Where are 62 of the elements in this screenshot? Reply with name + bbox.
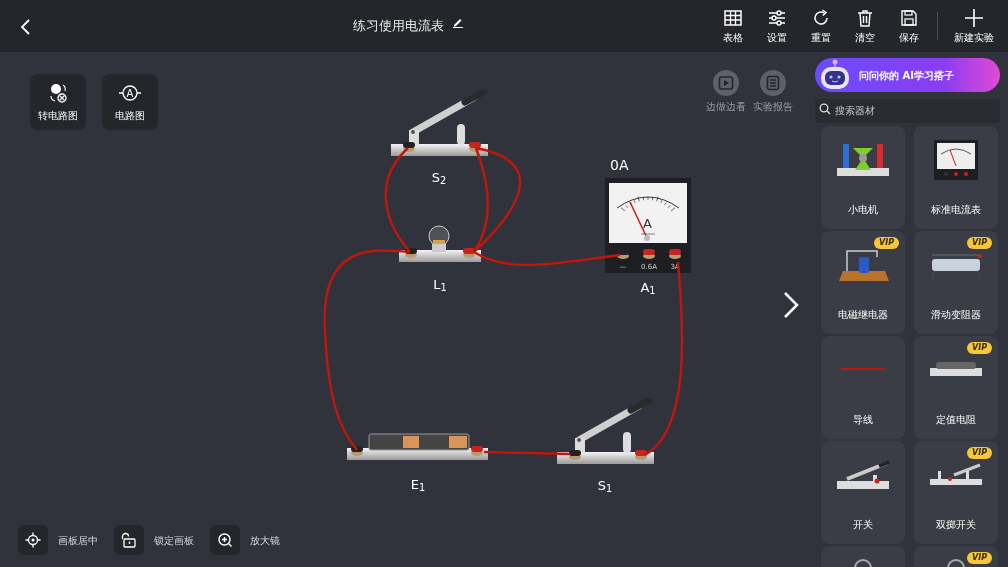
toolbar-button[interactable]: 保存 (887, 7, 931, 45)
unlocked-padlock-icon (121, 532, 137, 548)
meter-unit: A (643, 215, 652, 233)
battery-holder-drawing[interactable] (347, 432, 488, 462)
toolbar-button[interactable]: 重置 (799, 7, 843, 45)
refresh-icon (811, 7, 831, 28)
search-field[interactable]: 搜索器材 (815, 98, 1000, 123)
component-label: E$_{1}$ (410, 476, 426, 495)
equipment-card[interactable]: 导线 (821, 336, 905, 439)
edit-icon[interactable] (452, 16, 464, 29)
toolbar-button[interactable]: 新建实验 (944, 7, 1004, 45)
sliders-icon (767, 7, 787, 28)
switch-drawing[interactable] (557, 398, 654, 466)
search-icon (819, 103, 831, 115)
bulb-swap-icon (47, 81, 69, 104)
canvas-tool-button[interactable]: 放大镜 (210, 525, 280, 555)
symbol-letter: A (126, 87, 134, 98)
wire[interactable] (473, 250, 621, 267)
wire[interactable] (472, 147, 489, 253)
equipment-card[interactable]: 标准电流表 (914, 126, 998, 229)
switch-drawing[interactable] (391, 90, 488, 158)
canvas-tool-button[interactable]: 锁定画板 (114, 525, 194, 555)
side-tool-button[interactable]: 边做边看 (703, 70, 749, 114)
plus-icon (964, 7, 984, 28)
equipment-card[interactable]: VIP 滑动变阻器 (914, 231, 998, 334)
equipment-card[interactable]: VIP 定值电阻 (914, 336, 998, 439)
vip-badge: VIP (966, 237, 992, 249)
save-icon (899, 7, 919, 28)
toolbar-button[interactable]: 清空 (843, 7, 887, 45)
equipment-card[interactable]: VIP (914, 546, 998, 567)
toolbar-button[interactable]: 表格 (711, 7, 755, 45)
crosshair-icon (25, 532, 41, 548)
vip-badge: VIP (873, 237, 899, 249)
component-label: L$_{1}$ (433, 276, 447, 295)
component-label: S$_{2}$ (431, 169, 447, 188)
equipment-card[interactable]: 开关 (821, 441, 905, 544)
table-icon (723, 7, 743, 28)
ai-assistant-banner[interactable]: 问问你的 AI学习搭子 (815, 58, 1000, 92)
ai-banner-text: 问问你的 AI学习搭子 (859, 68, 954, 83)
ammeter-reading: 0A (610, 156, 629, 175)
vip-badge: VIP (966, 342, 992, 354)
canvas-tool-button[interactable]: 画板居中 (18, 525, 98, 555)
wire[interactable] (384, 147, 411, 253)
side-tool-button[interactable]: 实验报告 (750, 70, 796, 114)
equipment-card[interactable]: 小电机 (821, 126, 905, 229)
toolbar-button[interactable]: 设置 (755, 7, 799, 45)
equipment-card[interactable]: VIP 电磁继电器 (821, 231, 905, 334)
trash-icon (855, 7, 875, 28)
play-icon (718, 75, 734, 91)
light-bulb-drawing[interactable] (399, 222, 481, 264)
view-tool-button[interactable]: A 电路图 (102, 74, 158, 130)
report-icon (765, 75, 781, 91)
wire[interactable] (483, 450, 571, 456)
experiment-title: 练习使用电流表 (353, 17, 444, 36)
view-tool-button[interactable]: 转电路图 (30, 74, 86, 130)
component-label: S$_{1}$ (597, 477, 613, 496)
magnifier-icon (217, 532, 233, 548)
wire-drawing (841, 367, 885, 371)
component-label: A$_{1}$ (640, 279, 656, 298)
vip-badge: VIP (966, 552, 992, 564)
vip-badge: VIP (966, 447, 992, 459)
equipment-card[interactable]: VIP 双掷开关 (914, 441, 998, 544)
